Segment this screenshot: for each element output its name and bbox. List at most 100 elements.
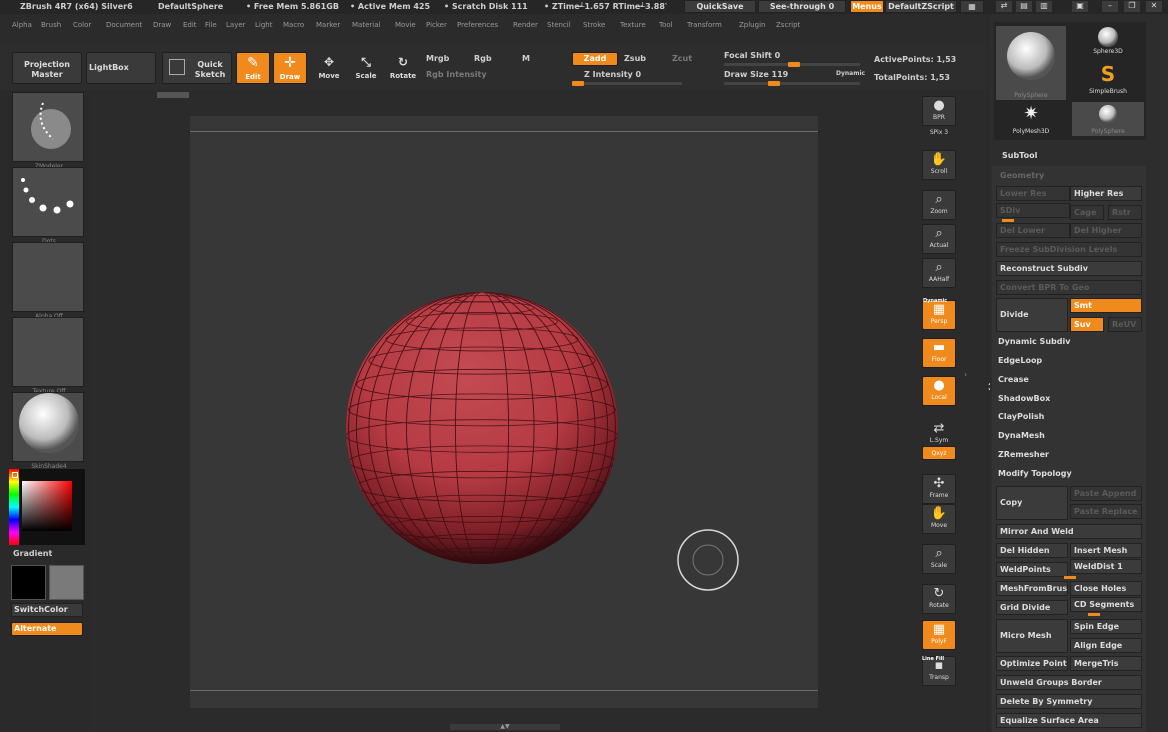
shadowbox-button[interactable]: ShadowBox bbox=[998, 394, 1050, 403]
shelf-local-button[interactable]: ● Local bbox=[922, 376, 956, 406]
sdiv-button[interactable]: SDiv bbox=[996, 203, 1070, 218]
menu-stroke[interactable]: Stroke bbox=[583, 21, 605, 29]
cd-segments-button[interactable]: CD Segments bbox=[1070, 597, 1142, 612]
menu-picker[interactable]: Picker bbox=[426, 21, 447, 29]
menu-zscript[interactable]: Zscript bbox=[776, 21, 800, 29]
quick-sketch-button[interactable]: Quick Sketch bbox=[162, 52, 232, 84]
quicksave-button[interactable]: QuickSave bbox=[684, 0, 756, 13]
draw-size-track[interactable] bbox=[724, 81, 860, 86]
paste-append-button[interactable]: Paste Append bbox=[1070, 486, 1142, 501]
hue-strip[interactable] bbox=[9, 469, 19, 545]
color-picker[interactable] bbox=[9, 469, 85, 545]
polysphere-mesh[interactable] bbox=[340, 286, 620, 568]
rgb-intensity-slider[interactable]: Rgb Intensity bbox=[426, 70, 487, 79]
menu-movie[interactable]: Movie bbox=[395, 21, 416, 29]
mrgb-toggle[interactable]: Mrgb bbox=[426, 54, 449, 63]
main-color-swatch[interactable] bbox=[11, 565, 46, 600]
unweld-groups-button[interactable]: Unweld Groups Border bbox=[996, 675, 1142, 690]
divide-button[interactable]: Divide bbox=[996, 298, 1068, 332]
weldpoints-button[interactable]: WeldPoints bbox=[996, 562, 1068, 577]
menus-button[interactable]: Menus bbox=[850, 0, 884, 13]
del-higher-button[interactable]: Del Higher bbox=[1070, 223, 1142, 238]
menu-zplugin[interactable]: Zplugin bbox=[739, 21, 765, 29]
del-lower-button[interactable]: Del Lower bbox=[996, 223, 1070, 238]
minimize-icon[interactable]: – bbox=[1102, 1, 1118, 12]
menu-marker[interactable]: Marker bbox=[316, 21, 340, 29]
menu-material[interactable]: Material bbox=[352, 21, 380, 29]
slider-handle[interactable] bbox=[1064, 576, 1076, 579]
rotate-button[interactable]: ↻ Rotate bbox=[386, 52, 420, 84]
menu-edit[interactable]: Edit bbox=[183, 21, 197, 29]
saturation-square[interactable] bbox=[22, 481, 72, 531]
layout-icon[interactable]: ▦ bbox=[960, 0, 984, 13]
shelf-scroll-button[interactable]: ✋ Scroll bbox=[922, 150, 956, 180]
shelf-l-sym-button[interactable]: ⇄ L.Sym bbox=[922, 420, 956, 444]
canvas-scroll-handle[interactable] bbox=[157, 92, 189, 98]
z-intensity-track[interactable] bbox=[572, 81, 682, 86]
convert-bpr-button[interactable]: Convert BPR To Geo bbox=[996, 280, 1142, 295]
menu-draw[interactable]: Draw bbox=[153, 21, 171, 29]
slider-handle[interactable] bbox=[1002, 219, 1014, 222]
shelf-actual-button[interactable]: ⌕ Actual bbox=[922, 224, 956, 254]
menu-alpha[interactable]: Alpha bbox=[12, 21, 32, 29]
stroke-thumbnail[interactable]: Dots bbox=[12, 167, 84, 245]
lower-res-button[interactable]: Lower Res bbox=[996, 186, 1070, 201]
paste-replace-button[interactable]: Paste Replace bbox=[1070, 504, 1142, 519]
lightbox-button[interactable]: LightBox bbox=[86, 52, 156, 84]
focal-shift-slider[interactable]: Focal Shift 0 bbox=[724, 51, 780, 60]
menu-document[interactable]: Document bbox=[106, 21, 142, 29]
zsub-button[interactable]: Zsub bbox=[624, 54, 646, 63]
brush-thumbnail[interactable]: ZModeler bbox=[12, 92, 84, 170]
rgb-toggle[interactable]: Rgb bbox=[474, 54, 492, 63]
palette-btn-icon[interactable]: ⇄ bbox=[996, 1, 1012, 12]
shelf-zoom-button[interactable]: ⌕ Zoom bbox=[922, 190, 956, 220]
shelf-persp-button[interactable]: ▦ Persp bbox=[922, 300, 956, 330]
micro-mesh-button[interactable]: Micro Mesh bbox=[996, 619, 1068, 653]
shelf-floor-button[interactable]: ▬ Floor bbox=[922, 338, 956, 368]
z-intensity-handle[interactable] bbox=[572, 81, 584, 86]
tool-thumb-simplebrush[interactable]: S SimpleBrush bbox=[1072, 62, 1144, 96]
equalize-button[interactable]: Equalize Surface Area bbox=[996, 713, 1142, 728]
smt-button[interactable]: Smt bbox=[1070, 298, 1142, 313]
edit-button[interactable]: ✎ Edit bbox=[236, 52, 270, 84]
mergetris-button[interactable]: MergeTris bbox=[1070, 656, 1142, 671]
alternate-button[interactable]: Alternate bbox=[11, 622, 83, 636]
dynamic-subdiv-button[interactable]: Dynamic Subdiv bbox=[998, 337, 1070, 346]
z-intensity-slider[interactable]: Z Intensity 0 bbox=[584, 70, 641, 79]
menu-texture[interactable]: Texture bbox=[620, 21, 646, 29]
projection-master-button[interactable]: Projection Master bbox=[12, 52, 82, 84]
shelf-scale-button[interactable]: ⌕ Scale bbox=[922, 544, 956, 574]
shelf-rotate-button[interactable]: ↻ Rotate bbox=[922, 584, 956, 614]
menu-light[interactable]: Light bbox=[255, 21, 272, 29]
m-toggle[interactable]: M bbox=[522, 54, 530, 63]
zadd-button[interactable]: Zadd bbox=[572, 52, 618, 66]
focal-shift-track[interactable] bbox=[724, 62, 860, 67]
shelf-qxyz-button[interactable]: Qxyz bbox=[922, 446, 956, 460]
move-button[interactable]: ✥ Move bbox=[312, 52, 346, 84]
geometry-header[interactable]: Geometry bbox=[1000, 171, 1044, 180]
reuv-button[interactable]: ReUV bbox=[1108, 317, 1142, 332]
del-hidden-button[interactable]: Del Hidden bbox=[996, 543, 1068, 558]
default-zscript-button[interactable]: DefaultZScript bbox=[885, 0, 957, 13]
mirror-weld-button[interactable]: Mirror And Weld bbox=[996, 524, 1142, 539]
shelf-move-button[interactable]: ✋ Move bbox=[922, 504, 956, 534]
shelf-aahalf-button[interactable]: ⌕ AAHalf bbox=[922, 258, 956, 288]
delete-symmetry-button[interactable]: Delete By Symmetry bbox=[996, 694, 1142, 709]
tool-thumb-sphere3d[interactable]: Sphere3D bbox=[1072, 26, 1144, 56]
palette-btn-icon[interactable]: ▤ bbox=[1016, 1, 1032, 12]
menu-layer[interactable]: Layer bbox=[226, 21, 246, 29]
draw-size-handle[interactable] bbox=[768, 81, 780, 86]
draw-size-slider[interactable]: Draw Size 119 bbox=[724, 70, 788, 79]
menu-file[interactable]: File bbox=[205, 21, 217, 29]
menu-render[interactable]: Render bbox=[513, 21, 538, 29]
grid-divide-button[interactable]: Grid Divide bbox=[996, 600, 1068, 615]
claypolish-button[interactable]: ClayPolish bbox=[998, 412, 1044, 421]
scale-button[interactable]: ⤡ Scale bbox=[349, 52, 383, 84]
switch-color-button[interactable]: SwitchColor bbox=[11, 603, 83, 617]
tool-thumb-polysphere-2[interactable]: PolySphere bbox=[1072, 102, 1144, 136]
welddist-button[interactable]: WeldDist 1 bbox=[1070, 559, 1142, 574]
gradient-label[interactable]: Gradient bbox=[13, 549, 52, 558]
close-holes-button[interactable]: Close Holes bbox=[1070, 581, 1142, 596]
close-icon[interactable]: ✕ bbox=[1146, 1, 1162, 12]
bottom-tray-toggle[interactable]: ▲▼ bbox=[450, 724, 560, 730]
